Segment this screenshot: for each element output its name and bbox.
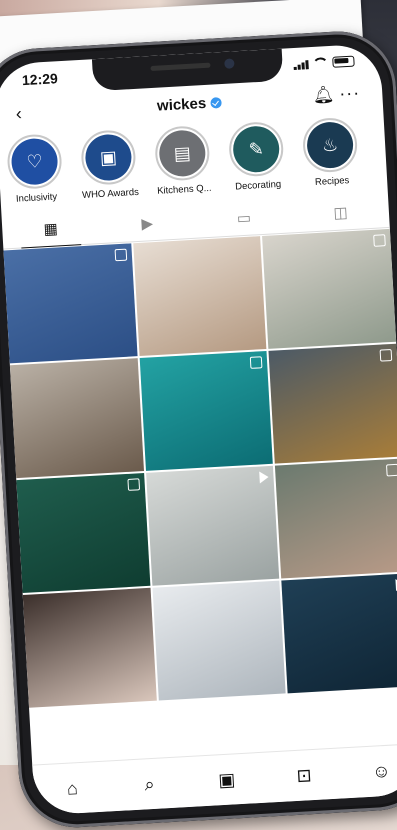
carousel-icon bbox=[385, 463, 397, 477]
story-ring: ♨ bbox=[301, 116, 359, 174]
post-thumbnail[interactable] bbox=[145, 465, 280, 586]
post-thumbnail[interactable] bbox=[152, 580, 286, 701]
kitchen-photo-icon: ▤ bbox=[158, 129, 207, 178]
tab-reels[interactable]: ▶ bbox=[106, 204, 188, 242]
post-thumbnail[interactable] bbox=[132, 236, 267, 357]
profile-icon: ☺ bbox=[371, 760, 392, 782]
tagged-icon: ◫ bbox=[332, 204, 349, 222]
post-thumbnail[interactable] bbox=[139, 350, 274, 471]
story-highlight[interactable]: ▤ Kitchens Q... bbox=[149, 124, 217, 200]
story-label: WHO Awards bbox=[81, 186, 140, 202]
status-time: 12:29 bbox=[21, 70, 59, 89]
post-thumbnail[interactable] bbox=[268, 343, 397, 464]
post-thumbnail[interactable] bbox=[275, 458, 397, 579]
heart-icon: ♡ bbox=[10, 137, 59, 186]
tab-guides[interactable]: ▭ bbox=[203, 199, 285, 237]
story-ring: ✎ bbox=[227, 120, 285, 178]
post-thumbnail[interactable] bbox=[22, 587, 157, 708]
chef-hat-icon: ♨ bbox=[305, 120, 355, 170]
status-icons bbox=[293, 55, 355, 70]
bell-icon[interactable]: 🔔︎ bbox=[312, 85, 335, 106]
nav-search[interactable]: ⌕ bbox=[124, 772, 175, 796]
signal-icon bbox=[293, 60, 309, 70]
search-icon: ⌕ bbox=[143, 773, 156, 794]
story-label: Kitchens Q... bbox=[156, 182, 212, 197]
story-highlight[interactable]: ♡ Inclusivity bbox=[1, 133, 69, 208]
reels-icon: ▶ bbox=[141, 215, 154, 233]
post-thumbnail[interactable] bbox=[281, 573, 397, 694]
story-ring: ▤ bbox=[153, 124, 211, 182]
verified-badge-icon bbox=[209, 96, 222, 109]
reels-icon: ▣ bbox=[217, 768, 236, 790]
story-highlight[interactable]: ♨ Recipes bbox=[297, 116, 365, 191]
front-camera-icon bbox=[223, 58, 235, 69]
post-thumbnail[interactable] bbox=[262, 228, 397, 349]
tab-tagged[interactable]: ◫ bbox=[300, 193, 382, 231]
video-play-icon bbox=[259, 471, 270, 484]
wifi-icon bbox=[312, 57, 329, 69]
story-label: Decorating bbox=[234, 178, 282, 193]
award-icon: ▣ bbox=[84, 133, 133, 182]
carousel-icon bbox=[373, 234, 386, 247]
story-highlight[interactable]: ✎ Decorating bbox=[223, 120, 291, 195]
nav-profile[interactable]: ☺ bbox=[356, 759, 397, 783]
carousel-icon bbox=[379, 348, 393, 362]
more-icon[interactable]: ··· bbox=[339, 82, 361, 104]
story-label: Recipes bbox=[314, 175, 350, 188]
carousel-icon bbox=[250, 356, 263, 369]
shop-icon: ⊡ bbox=[295, 764, 313, 786]
bottom-nav: ⌂ ⌕ ▣ ⊡ ☺ bbox=[32, 743, 397, 816]
battery-icon bbox=[332, 55, 355, 68]
story-label: Inclusivity bbox=[15, 191, 58, 205]
instagram-screen: 12:29 ‹ wickes 🔔︎ ··· ♡ Inclusivity ▣ WHO A… bbox=[0, 43, 397, 816]
story-ring: ▣ bbox=[79, 129, 137, 186]
story-highlight[interactable]: ▣ WHO Awards bbox=[75, 129, 143, 204]
home-icon: ⌂ bbox=[66, 777, 79, 799]
paint-roller-icon: ✎ bbox=[231, 124, 281, 174]
phone-notch bbox=[91, 48, 283, 92]
nav-home[interactable]: ⌂ bbox=[47, 777, 98, 801]
phone-frame: 12:29 ‹ wickes 🔔︎ ··· ♡ Inclusivity ▣ WHO A… bbox=[0, 28, 397, 830]
nav-shop[interactable]: ⊡ bbox=[279, 764, 330, 788]
post-thumbnail[interactable] bbox=[3, 243, 138, 364]
post-thumbnail[interactable] bbox=[16, 473, 151, 593]
story-ring: ♡ bbox=[6, 133, 64, 191]
guide-icon: ▭ bbox=[236, 209, 252, 228]
tab-grid[interactable]: ▦ bbox=[10, 210, 92, 248]
carousel-icon bbox=[114, 248, 127, 262]
username-text: wickes bbox=[156, 94, 207, 115]
post-grid bbox=[3, 228, 397, 708]
speaker-grille bbox=[149, 62, 211, 72]
post-thumbnail[interactable] bbox=[9, 358, 144, 479]
grid-icon: ▦ bbox=[43, 220, 59, 239]
nav-reels[interactable]: ▣ bbox=[201, 768, 252, 792]
story-highlights: ♡ Inclusivity ▣ WHO Awards ▤ Kitchens Q... ✎ De… bbox=[0, 115, 388, 208]
carousel-icon bbox=[127, 478, 140, 491]
